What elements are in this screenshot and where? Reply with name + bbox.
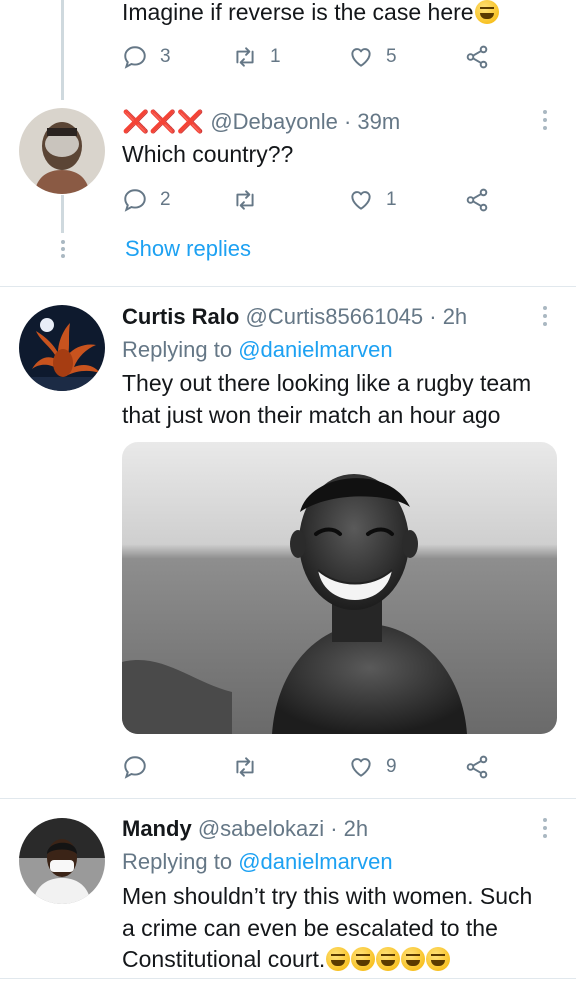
share-icon (466, 188, 488, 212)
divider (0, 286, 576, 287)
display-name[interactable]: Curtis Ralo (122, 304, 239, 329)
share-button[interactable] (464, 185, 490, 215)
avatar[interactable] (19, 305, 105, 391)
like-button[interactable]: 5 (348, 42, 397, 72)
reply-count: 2 (160, 189, 171, 210)
rofl-emoji-icon (326, 947, 351, 971)
mention-link[interactable]: @danielmarven (238, 337, 392, 362)
handle-and-time: @Curtis85661045 · 2h (245, 304, 468, 329)
like-button[interactable]: 1 (348, 185, 397, 215)
rofl-emoji-icon (401, 947, 426, 971)
laughing-emoji-icon (474, 0, 499, 24)
thread-ellipsis-icon (60, 240, 66, 261)
like-count: 5 (386, 46, 397, 67)
tweet-header: ❌❌❌ @Debayonle · 39m (122, 108, 400, 136)
like-count: 9 (386, 756, 397, 777)
tweet-text-line-2: a crime can even be escalated to the (122, 915, 498, 941)
heart-icon (351, 758, 371, 777)
more-options-icon[interactable] (542, 818, 548, 842)
tweet-text: Which country?? (122, 141, 294, 167)
avatar[interactable] (19, 108, 105, 194)
tweet-text-line-1: Men shouldn’t try this with women. Such (122, 883, 533, 909)
rofl-emoji-icon (376, 947, 401, 971)
tweet-text-line-2: that just won their match an hour ago (122, 402, 501, 428)
handle-and-time: @sabelokazi · 2h (197, 816, 369, 841)
show-replies-link[interactable]: Show replies (125, 236, 251, 262)
top-tweet-actions: 3 1 5 (122, 42, 502, 72)
rofl-emoji-icon (351, 947, 376, 971)
thread-line-top (61, 0, 64, 100)
share-icon (466, 755, 488, 779)
display-name[interactable]: Mandy (122, 816, 192, 841)
thread-line-mid (61, 195, 64, 233)
like-count: 1 (386, 189, 397, 210)
replying-to: Replying to @danielmarven (122, 337, 393, 362)
avatar[interactable] (19, 818, 105, 904)
reply-button[interactable]: 2 (122, 185, 171, 215)
handle-and-time: @Debayonle · 39m (210, 109, 401, 134)
reply-count: 3 (160, 46, 171, 67)
retweet-icon (236, 190, 254, 210)
reply-button[interactable] (122, 752, 148, 782)
share-button[interactable] (464, 42, 490, 72)
retweet-icon (236, 757, 254, 777)
retweet-icon (236, 47, 254, 67)
more-options-icon[interactable] (542, 110, 548, 134)
replying-to: Replying to @danielmarven (122, 849, 393, 874)
divider (0, 978, 576, 979)
rofl-emoji-icon (426, 947, 451, 971)
like-button[interactable]: 9 (348, 752, 397, 782)
retweet-count: 1 (270, 46, 281, 67)
tweet-image[interactable] (122, 442, 557, 734)
reply-icon (124, 46, 146, 69)
heart-icon (351, 191, 371, 210)
share-icon (466, 45, 488, 69)
top-tweet-text: Imagine if reverse is the case here (122, 0, 499, 28)
divider (0, 798, 576, 799)
tweet-text-line-3: Constitutional court. (122, 944, 451, 975)
retweet-button[interactable]: 1 (232, 42, 281, 72)
retweet-button[interactable] (232, 752, 258, 782)
more-options-icon[interactable] (542, 306, 548, 330)
reply-icon (124, 189, 146, 212)
share-button[interactable] (464, 752, 490, 782)
heart-icon (351, 48, 371, 67)
tweet-text-line-1: They out there looking like a rugby team (122, 370, 532, 396)
display-name[interactable]: ❌❌❌ (122, 109, 204, 134)
tweet-actions: 9 (122, 752, 502, 782)
reply-button[interactable]: 3 (122, 42, 171, 72)
tweet-header: Curtis Ralo @Curtis85661045 · 2h (122, 303, 467, 331)
reply-icon (124, 756, 146, 779)
tweet-actions: 2 1 (122, 185, 502, 215)
tweet-header: Mandy @sabelokazi · 2h (122, 815, 368, 843)
retweet-button[interactable] (232, 185, 258, 215)
mention-link[interactable]: @danielmarven (238, 849, 392, 874)
